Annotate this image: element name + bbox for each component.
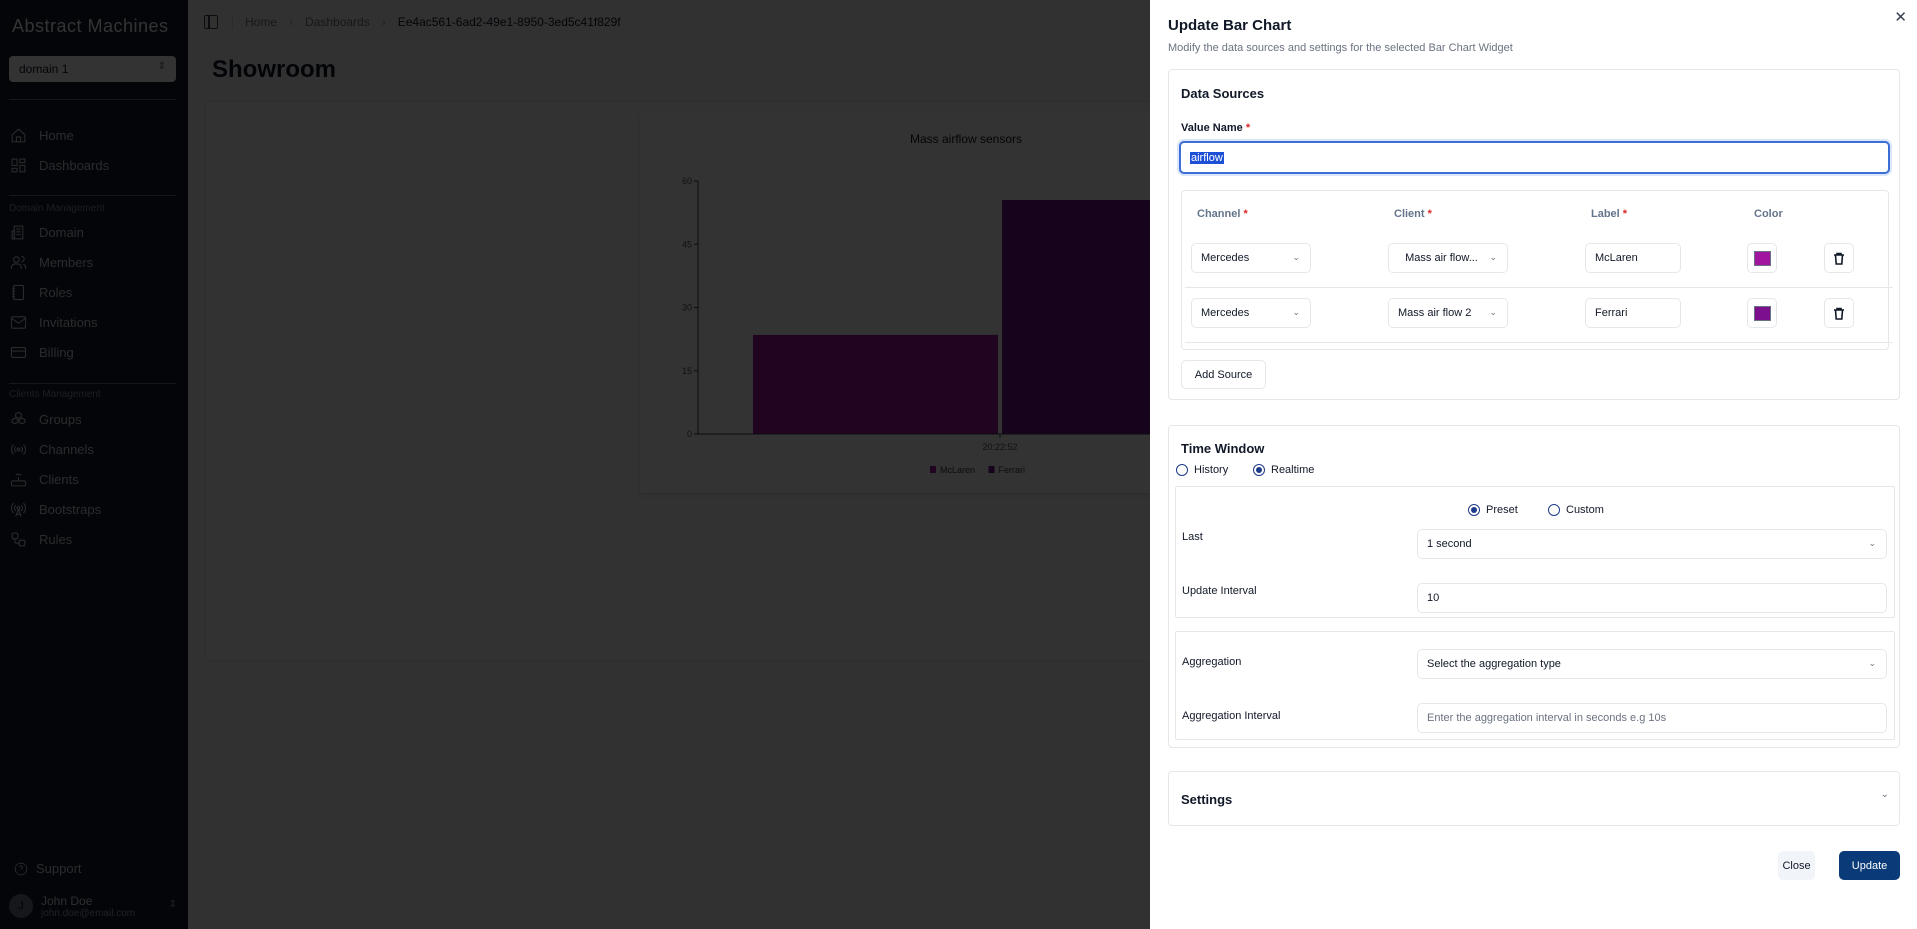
- update-bar-chart-dialog: ✕ Update Bar Chart Modify the data sourc…: [1150, 0, 1917, 929]
- update-interval-label: Update Interval: [1182, 585, 1257, 597]
- value-name-label-text: Value Name: [1181, 122, 1243, 134]
- time-window-title: Time Window: [1181, 441, 1265, 456]
- radio-custom[interactable]: Custom: [1548, 504, 1604, 516]
- realtime-options-box: Preset Custom Last 1 second ⌄ Update Inte…: [1175, 486, 1895, 618]
- delete-source-button[interactable]: [1824, 298, 1854, 328]
- aggregation-label: Aggregation: [1182, 656, 1242, 668]
- aggregation-box: Aggregation Select the aggregation type ⌄…: [1175, 631, 1895, 740]
- label-input[interactable]: McLaren: [1585, 243, 1681, 273]
- dialog-subtitle: Modify the data sources and settings for…: [1168, 42, 1513, 54]
- update-button[interactable]: Update: [1839, 851, 1900, 880]
- sources-table: Channel * Client * Label * Color Mercede…: [1181, 190, 1893, 350]
- aggregation-interval-input[interactable]: Enter the aggregation interval in second…: [1417, 703, 1887, 733]
- radio-circle: [1548, 504, 1560, 516]
- color-picker[interactable]: [1747, 298, 1777, 328]
- required-marker: *: [1622, 208, 1628, 220]
- aggregation-select-placeholder: Select the aggregation type: [1427, 658, 1561, 670]
- required-marker: *: [1243, 208, 1248, 220]
- data-sources-title: Data Sources: [1181, 86, 1265, 101]
- close-button[interactable]: Close: [1778, 851, 1815, 880]
- radio-circle: [1468, 504, 1480, 516]
- radio-history[interactable]: History: [1176, 464, 1228, 476]
- client-select-value: Mass air flow 2: [1398, 307, 1472, 319]
- radio-circle: [1176, 464, 1188, 476]
- update-interval-input[interactable]: 10: [1417, 583, 1887, 613]
- value-name-label: Value Name *: [1181, 122, 1250, 134]
- client-select[interactable]: Mass air flow 2 ⌄: [1388, 298, 1508, 328]
- delete-source-button[interactable]: [1824, 243, 1854, 273]
- color-picker[interactable]: [1747, 243, 1777, 273]
- radio-label: Realtime: [1271, 464, 1315, 476]
- chevron-down-icon: ⌄: [1489, 307, 1497, 317]
- close-icon[interactable]: ✕: [1894, 8, 1907, 26]
- trash-icon: [1834, 252, 1844, 265]
- label-input[interactable]: Ferrari: [1585, 298, 1681, 328]
- column-header-channel: Channel *: [1197, 208, 1248, 220]
- aggregation-select[interactable]: Select the aggregation type ⌄: [1417, 649, 1887, 679]
- chevron-down-icon: ⌄: [1880, 789, 1889, 800]
- client-select[interactable]: Mass air flow... ⌄: [1388, 243, 1508, 273]
- color-swatch: [1753, 305, 1771, 321]
- radio-label: Custom: [1566, 504, 1604, 516]
- value-name-value: airflow: [1190, 151, 1224, 164]
- chevron-down-icon: ⌄: [1292, 307, 1300, 317]
- modal-backdrop[interactable]: [0, 0, 1150, 929]
- add-source-button[interactable]: Add Source: [1181, 360, 1266, 389]
- radio-preset[interactable]: Preset: [1468, 504, 1518, 516]
- color-swatch: [1753, 250, 1771, 266]
- last-label: Last: [1182, 531, 1203, 543]
- column-header-text: Channel: [1197, 208, 1241, 220]
- settings-title: Settings: [1181, 792, 1233, 807]
- update-interval-value: 10: [1427, 592, 1440, 604]
- client-select-value: Mass air flow...: [1405, 252, 1478, 264]
- required-marker: *: [1245, 122, 1251, 134]
- time-window-card: Time Window History Realtime Preset Cust…: [1168, 425, 1900, 748]
- last-select-value: 1 second: [1427, 538, 1472, 550]
- trash-icon: [1834, 307, 1844, 320]
- channel-select-value: Mercedes: [1201, 307, 1250, 319]
- required-marker: *: [1427, 208, 1432, 220]
- value-name-input[interactable]: airflow: [1179, 141, 1890, 174]
- label-input-value: Ferrari: [1595, 307, 1628, 319]
- aggregation-interval-label: Aggregation Interval: [1182, 710, 1281, 722]
- radio-realtime[interactable]: Realtime: [1253, 464, 1314, 476]
- chevron-down-icon: ⌄: [1868, 538, 1876, 548]
- app: Abstract Machines domain 1 ⇕ Home Dashbo…: [0, 0, 1917, 929]
- label-input-value: McLaren: [1595, 252, 1638, 264]
- channel-select[interactable]: Mercedes ⌄: [1191, 298, 1311, 328]
- settings-accordion[interactable]: Settings ⌄: [1168, 771, 1900, 826]
- last-select[interactable]: 1 second ⌄: [1417, 529, 1887, 559]
- radio-label: History: [1194, 464, 1229, 476]
- channel-select-value: Mercedes: [1201, 252, 1250, 264]
- column-header-label: Label *: [1591, 208, 1627, 220]
- column-header-text: Client: [1394, 208, 1425, 220]
- radio-label: Preset: [1486, 504, 1518, 516]
- radio-circle: [1253, 464, 1265, 476]
- column-header-client: Client *: [1394, 208, 1432, 220]
- channel-select[interactable]: Mercedes ⌄: [1191, 243, 1311, 273]
- data-sources-card: Data Sources Value Name * airflow Channe…: [1168, 69, 1900, 400]
- chevron-down-icon: ⌄: [1868, 658, 1876, 668]
- aggregation-interval-placeholder: Enter the aggregation interval in second…: [1427, 712, 1667, 724]
- column-header-color: Color: [1754, 208, 1783, 220]
- chevron-down-icon: ⌄: [1489, 252, 1497, 262]
- row-divider: [1185, 342, 1893, 343]
- row-divider: [1185, 287, 1893, 288]
- dialog-title: Update Bar Chart: [1168, 17, 1292, 34]
- column-header-text: Label: [1591, 208, 1620, 220]
- chevron-down-icon: ⌄: [1292, 252, 1300, 262]
